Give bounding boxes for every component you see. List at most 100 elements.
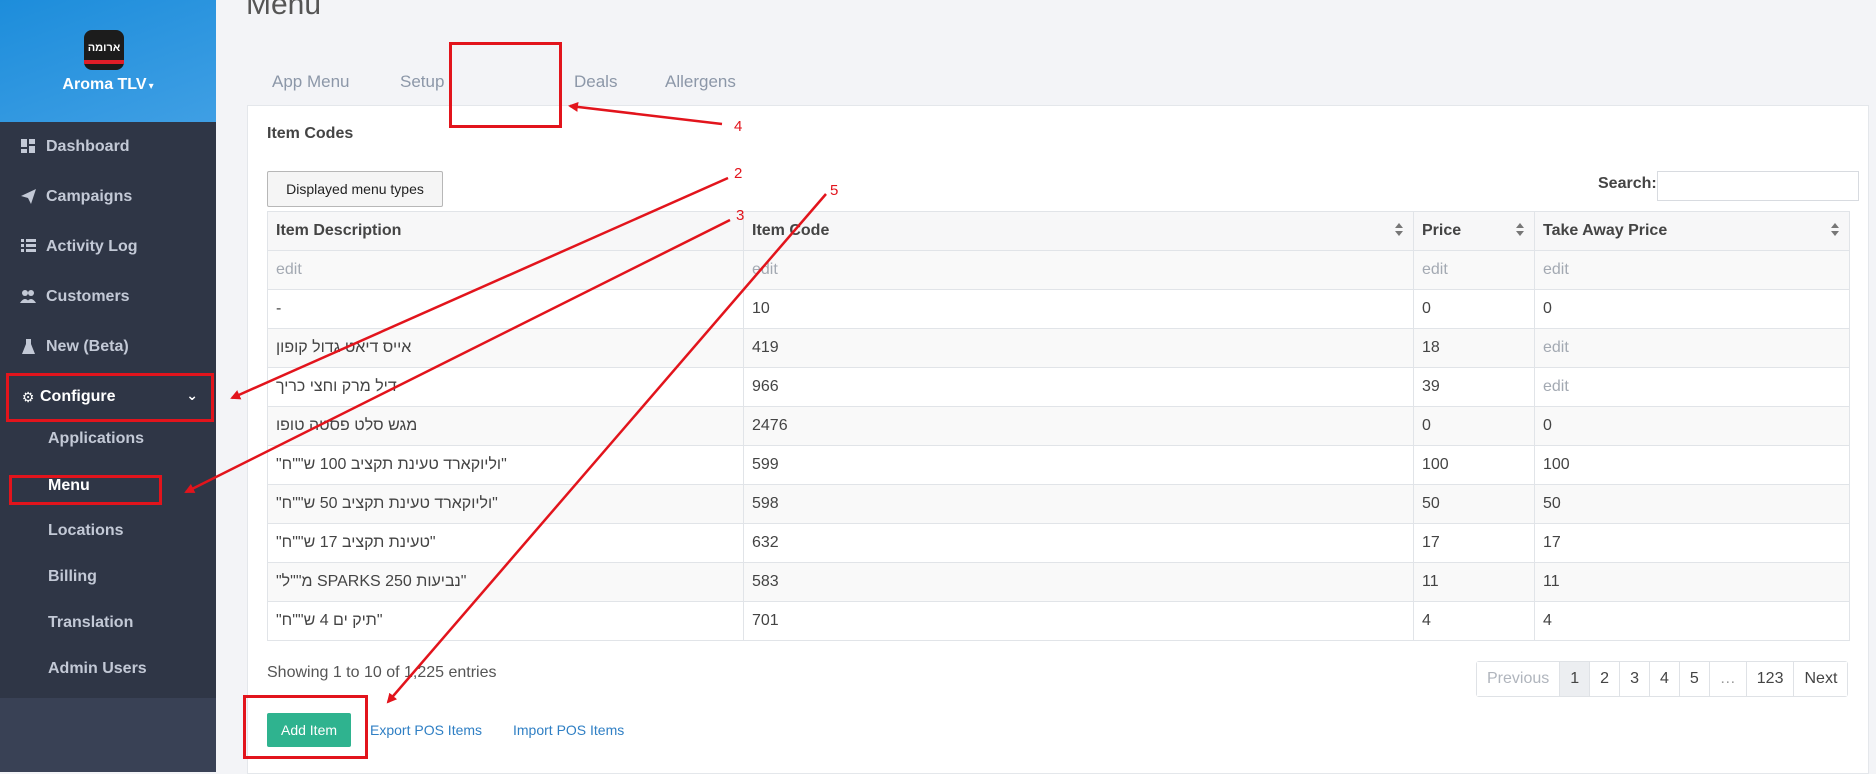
sidebar-item-label: New (Beta) bbox=[46, 338, 129, 355]
sidebar-item-customers[interactable]: Customers bbox=[0, 278, 216, 318]
cell-price: 0 bbox=[1413, 406, 1535, 446]
displayed-menu-types-button[interactable]: Displayed menu types bbox=[267, 171, 443, 207]
column-header-label: Item Code bbox=[752, 222, 830, 239]
cell-item-code: 10 bbox=[743, 289, 1414, 329]
table-row[interactable]: "וליוקארד טעינת תקציב 100 ש""ח" 599 100 100 bbox=[267, 445, 1850, 485]
table-row[interactable]: אייס דיאט גדול קופון 419 18 edit bbox=[267, 328, 1850, 368]
import-pos-items-link[interactable]: Import POS Items bbox=[513, 722, 624, 738]
cell-take-away-price: 4 bbox=[1534, 601, 1850, 641]
table-row[interactable]: "טעינת תקציב 17 ש""ח" 632 17 17 bbox=[267, 523, 1850, 563]
sidebar-item-label: Campaigns bbox=[46, 188, 133, 205]
tab-setup[interactable]: Setup bbox=[400, 72, 444, 92]
cell-price: 17 bbox=[1413, 523, 1535, 563]
cell-price: 0 bbox=[1413, 289, 1535, 329]
cell-item-description[interactable]: edit bbox=[267, 250, 744, 290]
cell-take-away-price[interactable]: edit bbox=[1534, 328, 1850, 368]
pagination-previous: Previous bbox=[1477, 662, 1560, 696]
pagination-page-2[interactable]: 2 bbox=[1589, 662, 1620, 696]
cell-price: 18 bbox=[1413, 328, 1535, 368]
pagination-page-3[interactable]: 3 bbox=[1619, 662, 1649, 696]
sidebar-item-new-beta[interactable]: New (Beta) bbox=[0, 328, 216, 368]
table-row[interactable]: מגש סלט פסטה טופו 2476 0 0 bbox=[267, 406, 1850, 446]
sidebar-item-activity-log[interactable]: Activity Log bbox=[0, 228, 216, 268]
cell-take-away-price[interactable]: edit bbox=[1534, 367, 1850, 407]
cell-item-description: "וליוקארד טעינת תקציב 100 ש""ח" bbox=[267, 445, 744, 485]
cell-take-away-price: 0 bbox=[1534, 406, 1850, 446]
users-icon bbox=[20, 289, 36, 305]
annotation-box-configure bbox=[6, 373, 214, 422]
cell-item-description: - bbox=[267, 289, 744, 329]
sidebar-item-label: Customers bbox=[46, 288, 130, 305]
flask-icon bbox=[20, 339, 36, 355]
sidebar-item-label: Activity Log bbox=[46, 238, 138, 255]
pagination-page-123[interactable]: 123 bbox=[1745, 662, 1794, 696]
item-codes-table: Item Description Item Code Price Take Aw… bbox=[267, 211, 1850, 641]
column-header-take-away-price[interactable]: Take Away Price bbox=[1534, 211, 1850, 251]
export-pos-items-link[interactable]: Export POS Items bbox=[370, 722, 482, 738]
cell-price: 50 bbox=[1413, 484, 1535, 524]
page-title: Menu bbox=[246, 0, 322, 21]
table-row[interactable]: "וליוקארד טעינת תקציב 50 ש""ח" 598 50 50 bbox=[267, 484, 1850, 524]
sidebar-subitem-label: Translation bbox=[48, 614, 134, 631]
annotation-box-menu bbox=[9, 475, 162, 505]
sidebar-subitem-label: Billing bbox=[48, 568, 97, 585]
pagination-page-5[interactable]: 5 bbox=[1678, 662, 1709, 696]
paper-plane-icon bbox=[20, 189, 36, 205]
sidebar-subitem-applications[interactable]: Applications bbox=[48, 430, 144, 460]
table-row[interactable]: "תיק ים 4 ש""ח" 701 4 4 bbox=[267, 601, 1850, 641]
table-row[interactable]: -10 0 0 bbox=[267, 289, 1850, 329]
sidebar-subitem-translation[interactable]: Translation bbox=[48, 614, 133, 644]
pagination-page-4[interactable]: 4 bbox=[1648, 662, 1679, 696]
cell-item-code: 632 bbox=[743, 523, 1414, 563]
cell-price: 11 bbox=[1413, 562, 1535, 602]
column-header-label: Item Description bbox=[276, 222, 402, 239]
section-title: Item Codes bbox=[267, 125, 354, 142]
sidebar-item-dashboard[interactable]: Dashboard bbox=[0, 128, 216, 168]
pagination-next[interactable]: Next bbox=[1793, 662, 1848, 696]
cell-item-code: 599 bbox=[743, 445, 1414, 485]
annotation-box-add-item bbox=[243, 695, 368, 759]
cell-take-away-price: 0 bbox=[1534, 289, 1850, 329]
sidebar-subitem-locations[interactable]: Locations bbox=[48, 522, 124, 552]
search-label: Search: bbox=[1598, 175, 1657, 192]
brand-switcher[interactable]: Aroma TLV ▾ bbox=[0, 76, 216, 94]
sidebar-subitem-billing[interactable]: Billing bbox=[48, 568, 97, 598]
table-row[interactable]: דיל מרק וחצי כריך 966 39 edit bbox=[267, 367, 1850, 407]
table-row[interactable]: "נביעות SPARKS 250 מ""ל" 583 11 11 bbox=[267, 562, 1850, 602]
cell-item-description: מגש סלט פסטה טופו bbox=[267, 406, 744, 446]
tab-allergens[interactable]: Allergens bbox=[665, 72, 736, 92]
sidebar-subitem-admin-users[interactable]: Admin Users bbox=[48, 660, 147, 690]
annotation-number: 5 bbox=[830, 182, 839, 199]
annotation-box-pos-tab bbox=[449, 42, 562, 128]
cell-item-code: 419 bbox=[743, 328, 1414, 368]
column-header-item-code[interactable]: Item Code bbox=[743, 211, 1414, 251]
cell-item-code: 2476 bbox=[743, 406, 1414, 446]
column-header-label: Price bbox=[1422, 222, 1462, 239]
cell-item-code[interactable]: edit bbox=[743, 250, 1414, 290]
dashboard-icon bbox=[20, 139, 36, 155]
pagination-page-1[interactable]: 1 bbox=[1559, 662, 1590, 696]
table-row[interactable]: edit edit edit edit bbox=[267, 250, 1850, 290]
sidebar-item-label: Dashboard bbox=[46, 138, 130, 155]
pagination-ellipsis: … bbox=[1708, 662, 1746, 696]
column-header-item-description[interactable]: Item Description bbox=[267, 211, 744, 251]
cell-take-away-price: 17 bbox=[1534, 523, 1850, 563]
cell-take-away-price[interactable]: edit bbox=[1534, 250, 1850, 290]
sidebar-item-campaigns[interactable]: Campaigns bbox=[0, 178, 216, 218]
cell-price: 100 bbox=[1413, 445, 1535, 485]
cell-take-away-price: 50 bbox=[1534, 484, 1850, 524]
pagination: Previous 1 2 3 4 5… 123 Next bbox=[1476, 661, 1849, 697]
tab-app-menu[interactable]: App Menu bbox=[272, 72, 350, 92]
tab-deals[interactable]: Deals bbox=[574, 72, 617, 92]
sort-icon bbox=[1831, 223, 1839, 237]
cell-price: 4 bbox=[1413, 601, 1535, 641]
cell-price: 39 bbox=[1413, 367, 1535, 407]
sort-icon bbox=[1516, 223, 1524, 237]
search-input[interactable] bbox=[1657, 171, 1859, 201]
annotation-number: 2 bbox=[734, 165, 743, 182]
cell-item-description: "וליוקארד טעינת תקציב 50 ש""ח" bbox=[267, 484, 744, 524]
table-header-row: Item Description Item Code Price Take Aw… bbox=[267, 211, 1850, 251]
sidebar-subitem-label: Locations bbox=[48, 522, 124, 539]
cell-price[interactable]: edit bbox=[1413, 250, 1535, 290]
column-header-price[interactable]: Price bbox=[1413, 211, 1535, 251]
